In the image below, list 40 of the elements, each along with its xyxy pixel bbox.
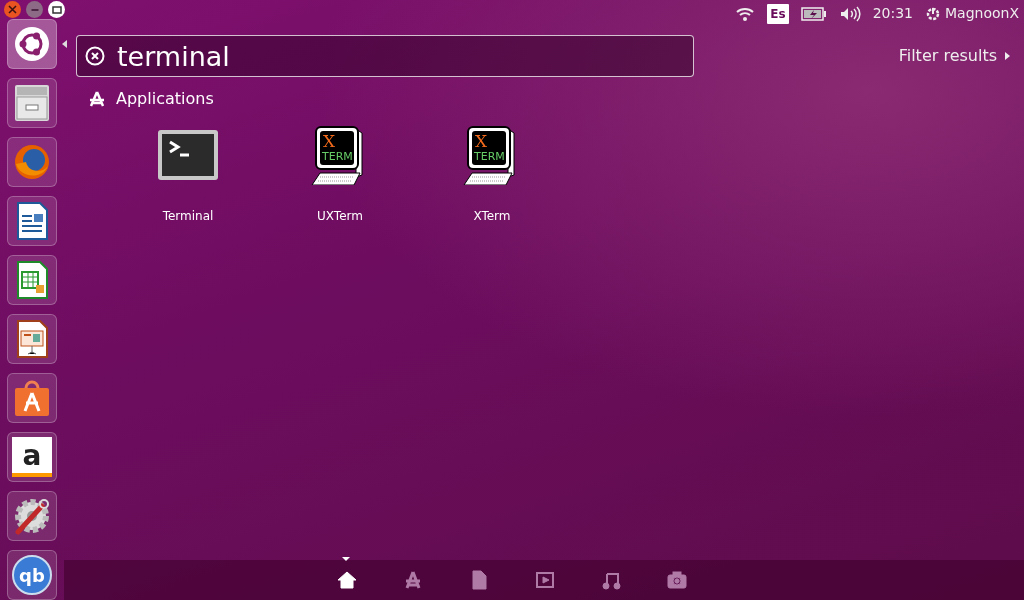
photos-lens-tab[interactable] <box>667 570 687 590</box>
active-indicator <box>62 40 67 48</box>
applications-icon <box>88 91 106 107</box>
speaker-icon[interactable] <box>838 5 861 22</box>
gear-wrench-icon <box>12 496 52 536</box>
gear-icon[interactable] <box>925 5 941 22</box>
launcher-item[interactable] <box>7 196 57 246</box>
wifi-icon[interactable] <box>735 5 756 22</box>
app-result[interactable]: X TERM UXTerm <box>264 125 416 225</box>
minimize-icon <box>30 8 39 11</box>
launcher-item[interactable] <box>7 314 57 364</box>
maximize-button[interactable] <box>48 1 65 18</box>
close-icon <box>8 5 17 14</box>
applications-lens-tab[interactable] <box>403 570 423 590</box>
globe-fox-icon <box>12 142 52 182</box>
user-name[interactable]: MagnoonX <box>945 3 1019 24</box>
selection-marker <box>342 557 350 561</box>
caret-icon <box>1005 52 1010 60</box>
filter-results-button[interactable]: Filter results <box>898 44 1010 68</box>
clear-icon[interactable] <box>85 46 105 66</box>
launcher-item[interactable] <box>7 255 57 305</box>
battery-icon[interactable] <box>800 6 827 21</box>
video-lens-tab[interactable] <box>535 570 555 590</box>
launcher-item[interactable] <box>7 491 57 541</box>
ubuntu-logo-icon <box>12 24 52 64</box>
cabinet-icon <box>12 83 52 123</box>
music-lens-tab[interactable] <box>601 570 621 590</box>
shopping-bag-icon <box>12 378 52 418</box>
clock[interactable]: 20:31 <box>872 3 913 24</box>
launcher-item[interactable] <box>7 373 57 423</box>
launcher-item[interactable] <box>7 78 57 128</box>
category-heading: Applications <box>116 88 214 110</box>
keyboard-layout-indicator[interactable]: Es <box>767 3 789 24</box>
search-field[interactable]: terminal <box>76 35 694 77</box>
close-button[interactable] <box>4 1 21 18</box>
minimize-button[interactable] <box>26 1 43 18</box>
app-result[interactable]: X TERM XTerm <box>416 125 568 225</box>
files-lens-tab[interactable] <box>469 570 489 590</box>
app-result[interactable]: Terminal <box>112 125 264 225</box>
maximize-icon <box>51 5 62 14</box>
